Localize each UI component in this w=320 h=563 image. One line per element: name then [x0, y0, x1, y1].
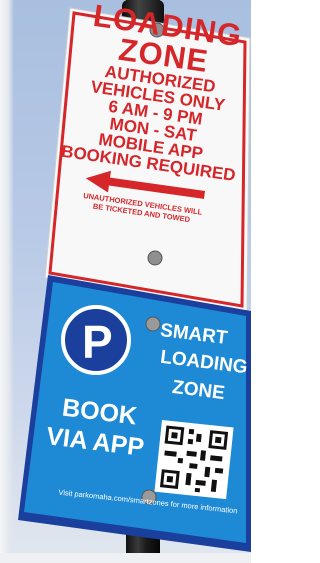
smart-top-bolt: [145, 316, 161, 332]
qr-code-icon: [154, 420, 234, 500]
smart-bottom-bolt: [141, 489, 157, 505]
photo-scene: LOADING ZONE AUTHORIZED VEHICLES ONLY 6 …: [0, 0, 251, 563]
smart-sign-board: [24, 282, 246, 543]
bottom-frame-edge: [0, 553, 251, 563]
parking-letter: P: [82, 316, 113, 368]
smart-loading-sign: P: [18, 275, 251, 552]
